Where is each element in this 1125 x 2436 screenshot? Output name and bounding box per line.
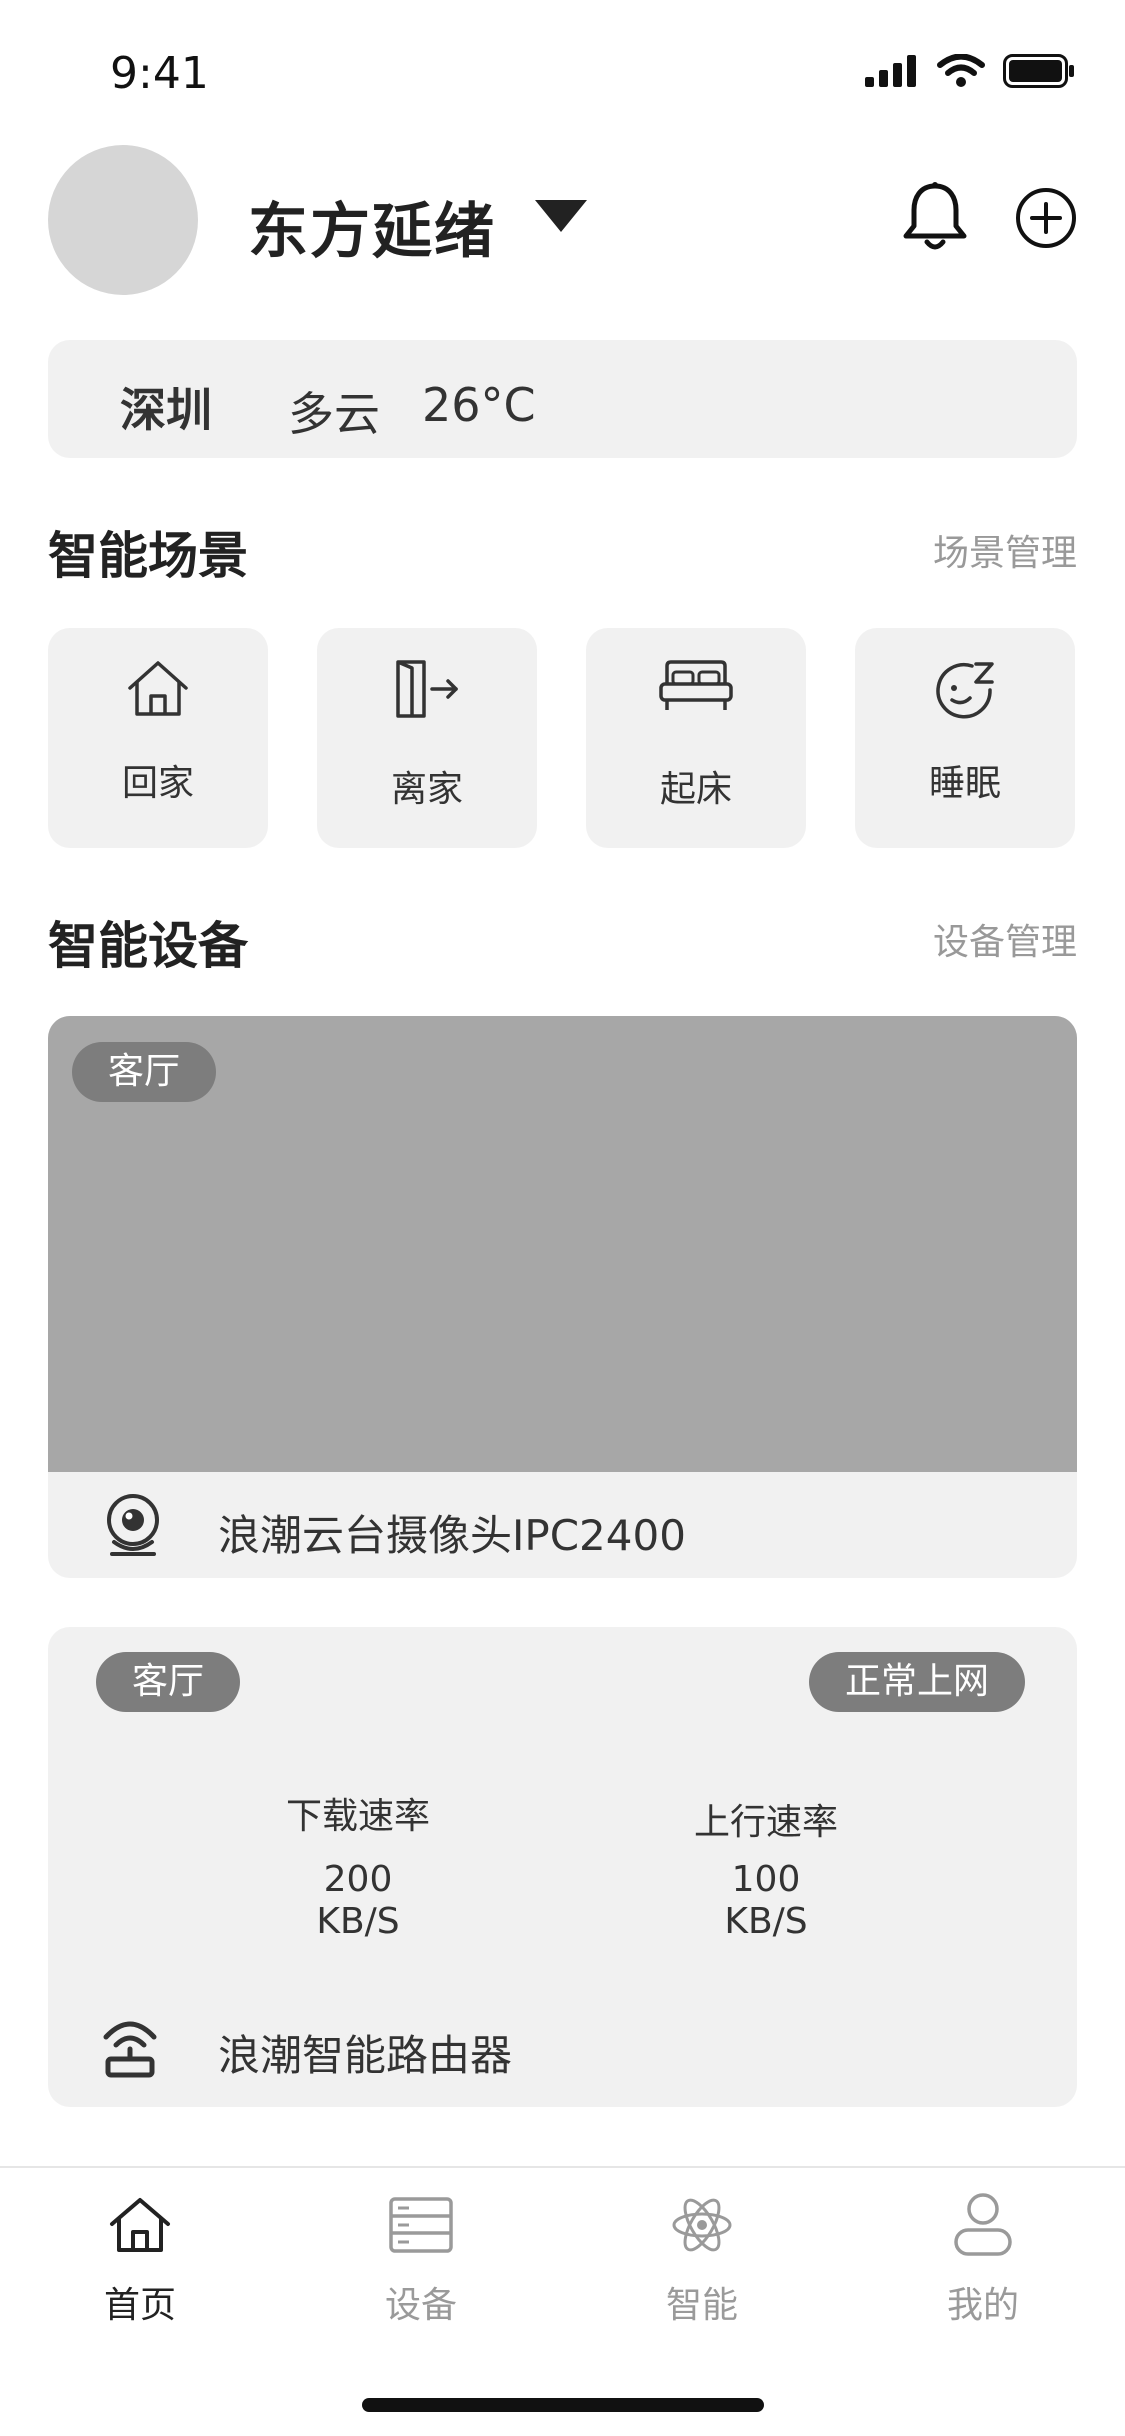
camera-card[interactable]: 客厅 浪潮云台摄像头IPC2400: [48, 1016, 1077, 1578]
tab-label: 我的: [946, 2285, 1019, 2326]
upload-value: 100: [731, 1859, 801, 1900]
scene-label: 回家: [121, 763, 194, 804]
scene-leave[interactable]: 离家: [317, 628, 537, 848]
app-screen: 9:41 东方延绪 深圳 多云 26°C 智能场景 场景管理 回家 离家 起床 …: [0, 0, 1125, 2436]
sleep-face-icon: [936, 662, 994, 719]
tab-bar: 首页 设备 智能 我的: [0, 2166, 1125, 2436]
download-rate: 下载速率 200 KB/S: [228, 1787, 488, 1943]
upload-label: 上行速率: [693, 1802, 838, 1843]
weather-temperature: 26°C: [422, 378, 536, 432]
camera-icon: [107, 1494, 159, 1556]
camera-name: 浪潮云台摄像头IPC2400: [218, 1511, 686, 1560]
download-value: 200: [323, 1859, 393, 1900]
wifi-icon: [937, 54, 985, 87]
scene-label: 离家: [390, 769, 463, 810]
leave-door-icon: [396, 660, 458, 718]
scene-manage-link[interactable]: 场景管理: [933, 524, 1077, 576]
router-icon: [103, 2021, 157, 2078]
home-icon: [128, 661, 188, 716]
tab-devices[interactable]: 设备: [341, 2188, 501, 2328]
device-list-icon: [389, 2197, 453, 2253]
signal-icon: [865, 55, 916, 87]
scene-label: 起床: [659, 769, 732, 810]
add-circle-icon[interactable]: [1015, 187, 1077, 249]
upload-unit: KB/S: [724, 1901, 808, 1942]
weather-city: 深圳: [120, 383, 212, 437]
avatar[interactable]: [48, 145, 198, 295]
weather-condition: 多云: [288, 387, 380, 441]
scene-sleep[interactable]: 睡眠: [855, 628, 1075, 848]
chevron-down-icon[interactable]: [535, 200, 587, 232]
scenes-title: 智能场景: [48, 527, 248, 585]
upload-rate: 上行速率 100 KB/S: [636, 1793, 896, 1943]
status-badge: 正常上网: [808, 1652, 1025, 1712]
home-indicator[interactable]: [362, 2398, 764, 2412]
room-tag: 客厅: [96, 1652, 241, 1712]
room-tag: 客厅: [72, 1042, 217, 1102]
scene-label: 睡眠: [928, 763, 1001, 804]
tab-label: 智能: [665, 2285, 738, 2326]
weather-card[interactable]: 深圳 多云 26°C: [48, 340, 1077, 458]
tab-smart[interactable]: 智能: [622, 2188, 782, 2328]
bed-icon: [659, 660, 733, 710]
scene-home[interactable]: 回家: [48, 628, 268, 848]
status-icons: [865, 54, 1075, 88]
tab-label: 设备: [384, 2285, 457, 2326]
router-name: 浪潮智能路由器: [218, 2031, 513, 2080]
tab-mine[interactable]: 我的: [903, 2188, 1063, 2328]
download-label: 下载速率: [285, 1796, 430, 1837]
device-manage-link[interactable]: 设备管理: [933, 913, 1077, 965]
download-unit: KB/S: [316, 1901, 400, 1942]
user-icon: [954, 2193, 1012, 2256]
status-time: 9:41: [110, 48, 209, 99]
atom-icon: [672, 2198, 732, 2252]
scene-wake[interactable]: 起床: [586, 628, 806, 848]
router-card[interactable]: 客厅 正常上网 下载速率 200 KB/S 上行速率 100 KB/S 浪潮智能…: [48, 1627, 1077, 2107]
tab-label: 首页: [103, 2285, 176, 2326]
home-icon: [110, 2198, 170, 2252]
battery-icon: [1003, 54, 1074, 88]
devices-title: 智能设备: [48, 917, 248, 975]
tab-home[interactable]: 首页: [60, 2188, 220, 2328]
bell-icon[interactable]: [900, 180, 970, 254]
home-name[interactable]: 东方延绪: [248, 183, 496, 270]
